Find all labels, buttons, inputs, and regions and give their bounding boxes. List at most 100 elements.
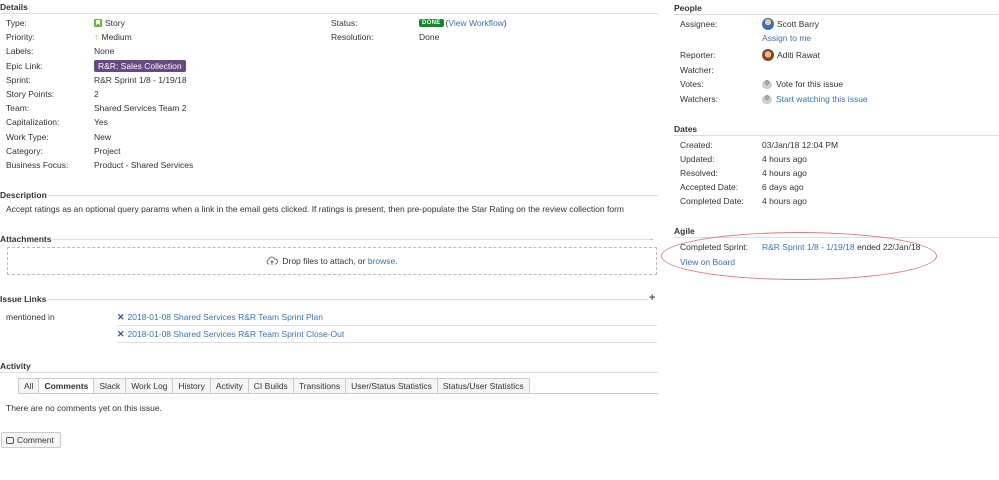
no-comments-text: There are no comments yet on this issue. bbox=[6, 403, 162, 413]
reporter-name[interactable]: Aditi Rawat bbox=[777, 50, 820, 60]
created-label: Created: bbox=[680, 140, 713, 150]
details-heading: Details bbox=[0, 2, 28, 12]
field-sprint-value: R&R Sprint 1/8 - 1/19/18 bbox=[94, 75, 187, 85]
field-work-type-label: Work Type: bbox=[6, 132, 49, 142]
field-capitalization-value: Yes bbox=[94, 117, 108, 127]
sidebar-column: People Assignee: Scott Barry Assign to m… bbox=[661, 0, 999, 480]
issue-link-item[interactable]: ✕ 2018-01-08 Shared Services R&R Team Sp… bbox=[117, 309, 323, 325]
start-watching-link[interactable]: Start watching this issue bbox=[776, 94, 868, 104]
collapse-icon[interactable]: - bbox=[650, 234, 653, 244]
accepted-date-value: 6 days ago bbox=[762, 182, 804, 192]
drop-files-text: Drop files to attach, or bbox=[282, 256, 366, 266]
watchers-label: Watchers: bbox=[680, 94, 718, 104]
field-story-points-label: Story Points: bbox=[6, 89, 55, 99]
issue-links-heading: Issue Links bbox=[0, 294, 47, 304]
description-heading: Description bbox=[0, 190, 47, 200]
completed-date-label: Completed Date: bbox=[680, 196, 744, 206]
tabs-baseline bbox=[18, 393, 658, 394]
accepted-date-label: Accepted Date: bbox=[680, 182, 739, 192]
tab-status-user-statistics[interactable]: Status/User Statistics bbox=[436, 378, 530, 394]
votes-value: 0 Vote for this issue bbox=[762, 77, 843, 91]
attachment-dropzone[interactable]: Drop files to attach, or browse. bbox=[7, 247, 657, 275]
description-divider bbox=[48, 195, 658, 196]
updated-value: 4 hours ago bbox=[762, 154, 807, 164]
field-labels-value: None bbox=[94, 46, 115, 56]
field-category-value: Project bbox=[94, 146, 121, 156]
resolved-value: 4 hours ago bbox=[762, 168, 807, 178]
activity-heading: Activity bbox=[0, 361, 31, 371]
confluence-icon: ✕ bbox=[117, 328, 125, 339]
story-icon bbox=[94, 19, 102, 27]
assignee-value: Scott Barry bbox=[762, 17, 819, 31]
field-sprint-label: Sprint: bbox=[6, 75, 31, 85]
agile-heading: Agile bbox=[674, 226, 695, 236]
field-epic-value: R&R: Sales Collection bbox=[94, 59, 186, 73]
watchers-count-badge: 0 bbox=[762, 94, 772, 104]
field-business-focus-label: Business Focus: bbox=[6, 160, 69, 170]
comment-icon bbox=[6, 436, 14, 444]
resolution-value: Done bbox=[419, 32, 440, 42]
people-heading: People bbox=[674, 3, 702, 13]
dates-heading: Dates bbox=[674, 124, 698, 134]
tab-work-log[interactable]: Work Log bbox=[125, 378, 173, 394]
add-link-icon[interactable]: + bbox=[649, 292, 655, 304]
description-text: Accept ratings as an optional query para… bbox=[6, 204, 624, 214]
tab-user-status-statistics[interactable]: User/Status Statistics bbox=[345, 378, 437, 394]
completed-date-value: 4 hours ago bbox=[762, 196, 807, 206]
tab-comments[interactable]: Comments bbox=[38, 378, 94, 394]
attachments-divider bbox=[52, 239, 650, 240]
reporter-avatar bbox=[762, 49, 774, 61]
updated-label: Updated: bbox=[680, 154, 715, 164]
assignee-name[interactable]: Scott Barry bbox=[777, 19, 819, 29]
status-label: Status: bbox=[331, 18, 358, 28]
field-labels-label: Labels: bbox=[6, 46, 34, 56]
link-relation-label: mentioned in bbox=[6, 312, 55, 322]
field-priority-value: ↑ Medium bbox=[94, 30, 132, 44]
assignee-avatar bbox=[762, 18, 774, 30]
field-priority-label: Priority: bbox=[6, 32, 35, 42]
details-divider bbox=[0, 13, 658, 14]
tab-activity[interactable]: Activity bbox=[209, 378, 248, 394]
votes-label: Votes: bbox=[680, 79, 704, 89]
browse-link[interactable]: browse. bbox=[368, 256, 398, 266]
field-work-type-value: New bbox=[94, 132, 112, 142]
resolution-label: Resolution: bbox=[331, 32, 374, 42]
votes-count-badge: 0 bbox=[762, 79, 772, 89]
tab-ci-builds[interactable]: CI Builds bbox=[247, 378, 293, 394]
activity-tabs: All Comments Slack Work Log History Acti… bbox=[18, 378, 530, 394]
vote-text: Vote for this issue bbox=[776, 79, 844, 89]
issue-link-item[interactable]: ✕ 2018-01-08 Shared Services R&R Team Sp… bbox=[117, 326, 344, 342]
confluence-icon: ✕ bbox=[117, 311, 125, 322]
tab-slack[interactable]: Slack bbox=[93, 378, 126, 394]
field-capitalization-label: Capitalization: bbox=[6, 117, 60, 127]
assign-to-me-link[interactable]: Assign to me bbox=[762, 33, 811, 43]
tab-all[interactable]: All bbox=[18, 378, 39, 394]
watchers-value: 0 Start watching this issue bbox=[762, 92, 868, 106]
field-business-focus-value: Product - Shared Services bbox=[94, 160, 194, 170]
assignee-label: Assignee: bbox=[680, 19, 718, 29]
comment-button[interactable]: Comment bbox=[1, 432, 61, 448]
tab-history[interactable]: History bbox=[172, 378, 210, 394]
tab-transitions[interactable]: Transitions bbox=[292, 378, 346, 394]
status-value: DONE (View Workflow) bbox=[419, 16, 507, 30]
assign-to-me-row: Assign to me bbox=[762, 31, 811, 45]
activity-divider bbox=[0, 372, 658, 373]
created-value: 03/Jan/18 12:04 PM bbox=[762, 140, 839, 150]
dates-divider bbox=[674, 135, 999, 136]
watcher-label: Watcher: bbox=[680, 65, 714, 75]
issue-link-sprint-plan[interactable]: 2018-01-08 Shared Services R&R Team Spri… bbox=[128, 312, 323, 322]
epic-link-lozenge[interactable]: R&R: Sales Collection bbox=[94, 60, 186, 72]
field-team-value: Shared Services Team 2 bbox=[94, 103, 187, 113]
issue-link-sprint-close-out[interactable]: 2018-01-08 Shared Services R&R Team Spri… bbox=[128, 329, 345, 339]
field-type-label: Type: bbox=[6, 18, 27, 28]
priority-value: Medium bbox=[101, 32, 132, 42]
view-workflow-link[interactable]: View Workflow bbox=[448, 18, 503, 28]
reporter-value: Aditi Rawat bbox=[762, 48, 820, 62]
field-team-label: Team: bbox=[6, 103, 30, 113]
attachments-heading: Attachments bbox=[0, 234, 52, 244]
comment-button-label: Comment bbox=[17, 435, 54, 445]
field-type-value: Story bbox=[94, 16, 125, 30]
resolved-label: Resolved: bbox=[680, 168, 718, 178]
field-epic-label: Epic Link: bbox=[6, 61, 43, 71]
upload-cloud-icon bbox=[267, 256, 279, 265]
